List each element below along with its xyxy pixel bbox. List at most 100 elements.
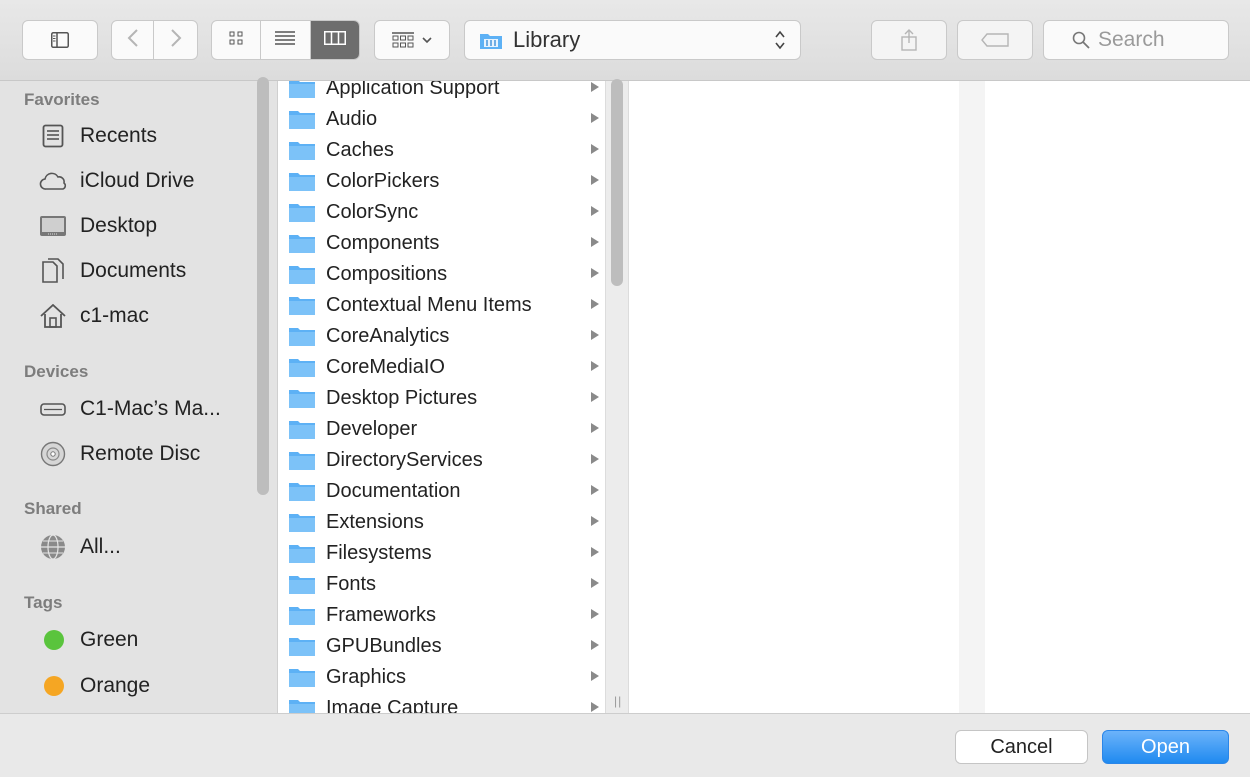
disclosure-arrow-icon: [591, 82, 599, 92]
folder-row[interactable]: Components: [278, 228, 605, 259]
sidebar-item-remote-disc[interactable]: Remote Disc: [38, 438, 200, 470]
sidebar-heading-tags: Tags: [24, 593, 63, 612]
folder-row[interactable]: Filesystems: [278, 538, 605, 569]
sidebar-item-mac-drive[interactable]: C1-Mac’s Ma...: [38, 393, 221, 425]
list-icon: [275, 30, 296, 50]
folder-icon: [288, 325, 316, 352]
folder-row[interactable]: Image Capture: [278, 693, 605, 713]
documents-icon: [38, 258, 68, 284]
cloud-icon: [38, 168, 68, 194]
folder-row[interactable]: Audio: [278, 104, 605, 135]
disclosure-arrow-icon: [591, 330, 599, 340]
sidebar-scrollbar[interactable]: [257, 77, 269, 495]
folder-name: ColorSync: [326, 201, 419, 223]
folder-row[interactable]: DirectoryServices: [278, 445, 605, 476]
folder-row[interactable]: Desktop Pictures: [278, 383, 605, 414]
folder-icon: [288, 201, 316, 228]
sidebar-item-tag-green[interactable]: Green: [38, 624, 138, 656]
folder-row[interactable]: Frameworks: [278, 600, 605, 631]
column-scrollbar[interactable]: [611, 79, 623, 286]
sidebar-item-tag-orange[interactable]: Orange: [38, 670, 150, 702]
column-resize-handle[interactable]: ||: [614, 694, 622, 708]
disclosure-arrow-icon: [591, 361, 599, 371]
folder-name: DirectoryServices: [326, 449, 483, 471]
column-view-button[interactable]: [310, 21, 359, 59]
sidebar-item-documents[interactable]: Documents: [38, 255, 186, 287]
folder-row[interactable]: Compositions: [278, 259, 605, 290]
folder-icon: [288, 511, 316, 538]
sidebar-item-recents[interactable]: Recents: [38, 120, 157, 152]
cancel-button[interactable]: Cancel: [955, 730, 1088, 764]
sidebar-item-label: Desktop: [80, 214, 158, 237]
folder-row[interactable]: Caches: [278, 135, 605, 166]
folder-name: Audio: [326, 108, 378, 130]
folder-row[interactable]: ColorSync: [278, 197, 605, 228]
disclosure-arrow-icon: [591, 702, 599, 712]
folder-icon: [288, 356, 316, 383]
sidebar-item-label: c1-mac: [80, 304, 149, 327]
folder-row[interactable]: Contextual Menu Items: [278, 290, 605, 321]
view-mode-control: [211, 20, 360, 60]
column-gap: [959, 81, 985, 713]
share-button[interactable]: [871, 20, 947, 60]
disclosure-arrow-icon: [591, 206, 599, 216]
disc-icon: [38, 441, 68, 467]
folder-row[interactable]: Graphics: [278, 662, 605, 693]
forward-button[interactable]: [154, 21, 197, 59]
sidebar-item-label: Remote Disc: [80, 442, 201, 465]
folder-name: Frameworks: [326, 604, 437, 626]
folder-row[interactable]: ColorPickers: [278, 166, 605, 197]
sidebar-item-icloud-drive[interactable]: iCloud Drive: [38, 165, 194, 197]
sidebar-item-label: Recents: [80, 124, 158, 147]
disclosure-arrow-icon: [591, 392, 599, 402]
path-popup-button[interactable]: Library: [464, 20, 801, 60]
search-icon: [1072, 31, 1090, 49]
back-button[interactable]: [112, 21, 155, 59]
sidebar-item-label: iCloud Drive: [80, 169, 195, 192]
sidebar-item-all-shared[interactable]: All...: [38, 531, 121, 563]
sidebar-heading-favorites: Favorites: [24, 90, 100, 109]
orange-tag-dot: [44, 676, 64, 696]
icon-view-button[interactable]: [212, 21, 262, 59]
folder-name: Caches: [326, 139, 394, 161]
folder-icon: [288, 666, 316, 693]
folder-icon: [288, 263, 316, 290]
folder-name: Graphics: [326, 666, 407, 688]
open-button[interactable]: Open: [1102, 730, 1229, 764]
folder-row[interactable]: CoreAnalytics: [278, 321, 605, 352]
path-label: Library: [513, 27, 581, 52]
folder-name: Application Support: [326, 81, 500, 99]
search-field[interactable]: Search: [1043, 20, 1229, 60]
toolbar: Library Search: [0, 0, 1250, 81]
folder-row[interactable]: GPUBundles: [278, 631, 605, 662]
column-divider: [605, 81, 606, 713]
folder-icon: [288, 418, 316, 445]
folder-name: Developer: [326, 418, 418, 440]
folder-row[interactable]: Extensions: [278, 507, 605, 538]
folder-row[interactable]: Fonts: [278, 569, 605, 600]
sidebar-heading-devices: Devices: [24, 362, 89, 381]
disclosure-arrow-icon: [591, 113, 599, 123]
group-by-button[interactable]: [374, 20, 450, 60]
folder-name: ColorPickers: [326, 170, 440, 192]
empty-column: [629, 81, 959, 713]
folder-name: CoreMediaIO: [326, 356, 445, 378]
sidebar-item-c1-mac[interactable]: c1-mac: [38, 300, 149, 332]
folder-icon: [288, 604, 316, 631]
folder-name: Documentation: [326, 480, 461, 502]
share-icon: [901, 29, 917, 51]
folder-name: Compositions: [326, 263, 448, 285]
sidebar-item-label: C1-Mac’s Ma...: [80, 397, 221, 420]
list-view-button[interactable]: [261, 21, 311, 59]
folder-row[interactable]: Application Support: [278, 81, 605, 104]
folder-row[interactable]: Developer: [278, 414, 605, 445]
open-file-dialog: Library Search Favorites Recents iCloud …: [0, 0, 1250, 777]
folder-row[interactable]: CoreMediaIO: [278, 352, 605, 383]
folder-icon: [288, 139, 316, 166]
folder-row[interactable]: Documentation: [278, 476, 605, 507]
tag-button[interactable]: [957, 20, 1033, 60]
updown-arrows-icon: [774, 29, 786, 51]
sidebar-item-desktop[interactable]: Desktop: [38, 210, 157, 242]
sidebar-toggle-button[interactable]: [22, 20, 98, 60]
network-icon: [38, 534, 68, 560]
